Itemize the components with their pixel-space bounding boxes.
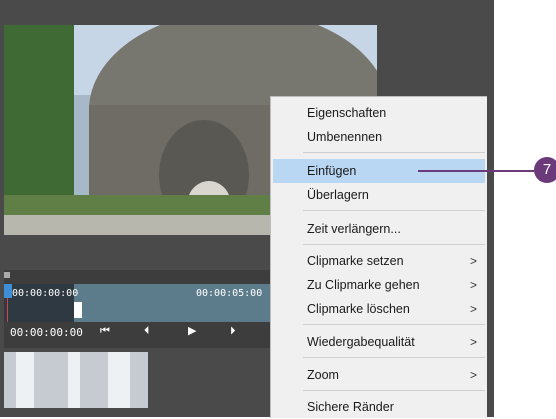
menu-item-label: Sichere Ränder [307,400,394,414]
menu-item-label: Zu Clipmarke gehen [307,278,420,292]
menu-separator [303,244,485,245]
submenu-arrow-icon: > [469,335,477,349]
menu-item-label: Zoom [307,368,339,382]
menu-separator [303,324,485,325]
menu-separator [303,152,485,153]
menu-item-label: Eigenschaften [307,106,387,120]
menu-item-clipmarke-setzen[interactable]: Clipmarke setzen > [273,249,485,273]
menu-item-label: Umbenennen [307,130,383,144]
menu-item-label: Wiedergabequalität [307,335,415,349]
clip-trim-handle[interactable] [74,302,82,318]
menu-item-zeit-verlaengern[interactable]: Zeit verlängern... [273,217,485,241]
menu-item-ueberlagern[interactable]: Überlagern [273,183,485,207]
callout-line [418,170,534,172]
callout-number-badge: 7 [534,157,556,183]
step-back-icon[interactable]: ⏴ [144,324,150,338]
menu-item-zoom[interactable]: Zoom > [273,363,485,387]
menu-item-label: Einfügen [307,164,357,178]
submenu-arrow-icon: > [469,278,477,292]
menu-item-umbenennen[interactable]: Umbenennen [273,125,485,149]
timeline-end-timecode: 00:00:05:00 [196,288,263,299]
menu-separator [303,390,485,391]
clip-thumbnail-image [4,352,148,408]
step-forward-icon[interactable]: ⏵ [230,324,236,338]
menu-item-clipmarke-loeschen[interactable]: Clipmarke löschen > [273,297,485,321]
menu-item-wiedergabequalitaet[interactable]: Wiedergabequalität > [273,330,485,354]
play-icon[interactable]: ▶ [188,324,196,337]
submenu-arrow-icon: > [469,368,477,382]
timeline-panel: 00:00:00:00 00:00:05:00 00:00:00:00 ⏮ ⏴ … [4,270,270,348]
submenu-arrow-icon: > [469,254,477,268]
menu-item-label: Clipmarke setzen [307,254,404,268]
submenu-arrow-icon: > [469,302,477,316]
menu-item-sichere-raender[interactable]: Sichere Ränder [273,395,485,419]
menu-item-label: Überlagern [307,188,369,202]
context-menu: Eigenschaften Umbenennen Einfügen Überla… [270,96,487,418]
playhead-icon[interactable] [4,284,12,298]
menu-item-label: Zeit verlängern... [307,222,401,236]
menu-item-label: Clipmarke löschen [307,302,410,316]
current-timecode: 00:00:00:00 [10,326,83,339]
playhead-line [7,298,8,322]
timeline-toggle-icon[interactable] [4,272,10,278]
menu-separator [303,357,485,358]
timeline-start-timecode: 00:00:00:00 [12,288,79,299]
menu-separator [303,210,485,211]
menu-item-eigenschaften[interactable]: Eigenschaften [273,101,485,125]
skip-to-start-icon[interactable]: ⏮ [100,324,110,338]
menu-item-zu-clipmarke-gehen[interactable]: Zu Clipmarke gehen > [273,273,485,297]
clip-thumbnail[interactable] [4,352,148,408]
